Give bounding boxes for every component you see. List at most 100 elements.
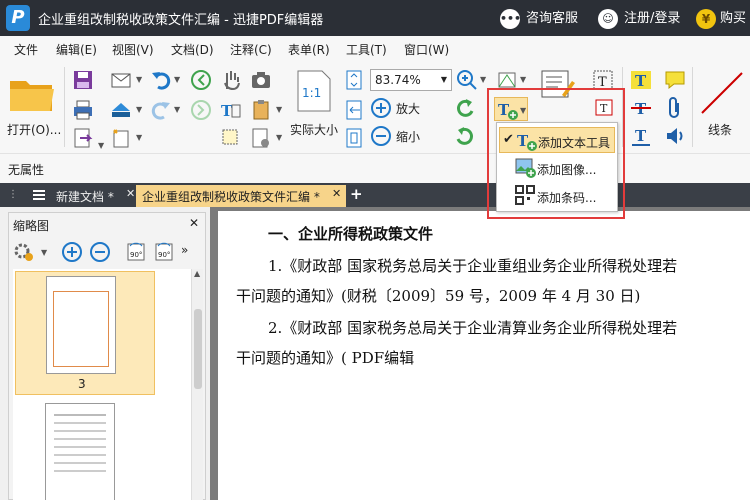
strikethrough-icon[interactable]: T bbox=[630, 97, 652, 119]
user-icon: ☺ bbox=[598, 8, 618, 29]
plus-circle-icon bbox=[371, 98, 391, 118]
panel-title: 缩略图 bbox=[13, 219, 50, 233]
thumbnail-page[interactable] bbox=[45, 403, 115, 500]
grip-icon: ⋮ bbox=[8, 189, 18, 200]
document-list-icon[interactable] bbox=[32, 188, 46, 202]
fit-visible-icon[interactable] bbox=[344, 127, 366, 149]
zoom-in-thumb-icon[interactable] bbox=[61, 241, 83, 263]
svg-text:T: T bbox=[635, 127, 647, 145]
note-icon[interactable] bbox=[664, 69, 686, 91]
new-tab-icon[interactable]: + bbox=[350, 185, 363, 203]
chat-icon: ••• bbox=[500, 8, 521, 29]
forward-icon[interactable] bbox=[190, 99, 212, 121]
scroll-thumb[interactable] bbox=[194, 309, 202, 389]
scan-icon[interactable] bbox=[110, 99, 132, 121]
zoom-in-button[interactable]: 放大 bbox=[370, 97, 430, 121]
rotate-cw-icon[interactable] bbox=[454, 125, 476, 147]
sound-icon[interactable] bbox=[664, 125, 686, 147]
line-tool-button[interactable]: 线条 bbox=[696, 67, 750, 147]
redo-icon[interactable] bbox=[150, 99, 172, 121]
attachment-icon[interactable] bbox=[664, 97, 686, 119]
support-button[interactable]: ••• 咨询客服 bbox=[500, 7, 578, 29]
svg-text:T: T bbox=[221, 102, 233, 120]
tab-bar: ⋮ 新建文档 * ✕ 企业重组改制税收政策文件汇编 * ✕ + bbox=[0, 183, 750, 207]
line-label: 线条 bbox=[708, 123, 733, 137]
zoom-out-thumb-icon[interactable] bbox=[89, 241, 111, 263]
zoom-out-button[interactable]: 缩小 bbox=[370, 125, 430, 149]
menu-form[interactable]: 表单(R) bbox=[288, 41, 330, 58]
thumbnail-selected[interactable]: 3 bbox=[15, 271, 155, 395]
svg-text:90°: 90° bbox=[130, 251, 142, 259]
tab-label: 新建文档 * bbox=[56, 190, 114, 204]
highlight-annotation bbox=[487, 88, 625, 219]
folder-icon bbox=[10, 81, 54, 111]
document-page[interactable]: 一、企业所得税政策文件 1.《财政部 国家税务总局关于企业重组业务企业所得税处理… bbox=[218, 211, 750, 500]
new-page-icon[interactable] bbox=[110, 127, 132, 149]
menu-comment[interactable]: 注释(C) bbox=[230, 41, 272, 58]
zoom-in-glass-icon[interactable] bbox=[456, 69, 478, 91]
zoom-select[interactable]: 83.74% ▼ bbox=[370, 69, 452, 91]
back-icon[interactable] bbox=[190, 69, 212, 91]
svg-text:90°: 90° bbox=[158, 251, 170, 259]
undo-icon[interactable] bbox=[150, 69, 172, 91]
select-area-icon[interactable] bbox=[220, 127, 242, 149]
properties-label: 无属性 bbox=[8, 163, 45, 177]
export-icon[interactable] bbox=[72, 127, 94, 149]
title-bar: P 企业重组改制税收政策文件汇编 - 迅捷PDF编辑器 ••• 咨询客服 ☺ 注册/… bbox=[0, 0, 750, 36]
svg-text:1:1: 1:1 bbox=[302, 86, 321, 100]
print-icon[interactable] bbox=[72, 99, 94, 121]
tab-close-icon[interactable]: ✕ bbox=[332, 187, 341, 200]
buy-button[interactable]: ¥ 购买 bbox=[696, 7, 746, 29]
more-icon[interactable]: » bbox=[181, 243, 188, 257]
actual-size-icon: 1:1 bbox=[297, 70, 331, 112]
doc-line: 1.《财政部 国家税务总局关于企业重组业务企业所得税处理若 bbox=[268, 257, 678, 275]
tab-close-icon[interactable]: ✕ bbox=[126, 187, 135, 200]
menu-window[interactable]: 窗口(W) bbox=[404, 41, 449, 58]
tab-label: 企业重组改制税收政策文件汇编 * bbox=[142, 190, 320, 204]
zoom-value: 83.74% bbox=[375, 73, 421, 87]
menu-document[interactable]: 文档(D) bbox=[171, 41, 214, 58]
hand-icon[interactable] bbox=[220, 69, 242, 91]
zoom-in-label: 放大 bbox=[396, 102, 421, 116]
open-button[interactable]: 打开(O)... bbox=[4, 67, 62, 147]
close-icon[interactable]: ✕ bbox=[189, 216, 199, 230]
select-text-icon[interactable]: T bbox=[220, 99, 242, 121]
rotate-cw-thumb-icon[interactable]: 90° bbox=[153, 241, 175, 263]
support-label: 咨询客服 bbox=[526, 11, 579, 26]
snapshot-icon[interactable] bbox=[250, 69, 272, 91]
menu-edit[interactable]: 编辑(E) bbox=[56, 41, 97, 58]
scroll-up-icon[interactable]: ▲ bbox=[194, 269, 200, 278]
thumbnail-list: 3 bbox=[13, 269, 191, 500]
gear-icon[interactable] bbox=[13, 241, 35, 263]
thumbnail-scrollbar[interactable]: ▲ bbox=[191, 269, 203, 500]
menu-file[interactable]: 文件 bbox=[14, 41, 38, 58]
app-logo-icon: P bbox=[6, 5, 30, 31]
rotate-ccw-icon[interactable] bbox=[454, 97, 476, 119]
line-icon bbox=[701, 72, 743, 114]
highlight-text-icon[interactable]: T bbox=[630, 69, 652, 91]
yen-icon: ¥ bbox=[696, 8, 716, 29]
open-label: 打开(O)... bbox=[7, 123, 62, 137]
doc-line: 干问题的通知》( PDF编辑 bbox=[236, 349, 415, 367]
clipboard-icon[interactable] bbox=[250, 99, 272, 121]
doc-line: 干问题的通知》(财税〔2009〕59 号，2009 年 4 月 30 日) bbox=[236, 287, 641, 305]
login-button[interactable]: ☺ 注册/登录 bbox=[598, 7, 680, 29]
menu-view[interactable]: 视图(V) bbox=[112, 41, 154, 58]
menu-tools[interactable]: 工具(T) bbox=[346, 41, 387, 58]
actual-size-button[interactable]: 1:1 实际大小 bbox=[288, 67, 340, 147]
email-icon[interactable] bbox=[110, 69, 132, 91]
thumbnail-panel: 缩略图 ✕ ▼ 90° 90° » 3 ▲ bbox=[8, 212, 206, 500]
fit-page-icon[interactable] bbox=[344, 69, 366, 91]
tab-active-document[interactable]: 企业重组改制税收政策文件汇编 * bbox=[136, 185, 346, 207]
save-icon[interactable] bbox=[72, 69, 94, 91]
thumbnail-page bbox=[46, 276, 116, 374]
tab-new-document[interactable]: 新建文档 * bbox=[50, 185, 120, 207]
page-settings-icon[interactable] bbox=[250, 127, 272, 149]
rotate-ccw-thumb-icon[interactable]: 90° bbox=[125, 241, 147, 263]
svg-text:T: T bbox=[635, 72, 647, 90]
underline-icon[interactable]: T bbox=[630, 125, 652, 147]
thumbnail-page-number: 3 bbox=[78, 377, 86, 391]
toolbar: 打开(O)... ▼ ▼ ▼ ▼ ▼ ▼ T ▼ ▼ 1:1 实际大小 83.7… bbox=[0, 61, 750, 153]
property-bar: 无属性 bbox=[0, 153, 750, 183]
fit-width-icon[interactable] bbox=[344, 99, 366, 121]
